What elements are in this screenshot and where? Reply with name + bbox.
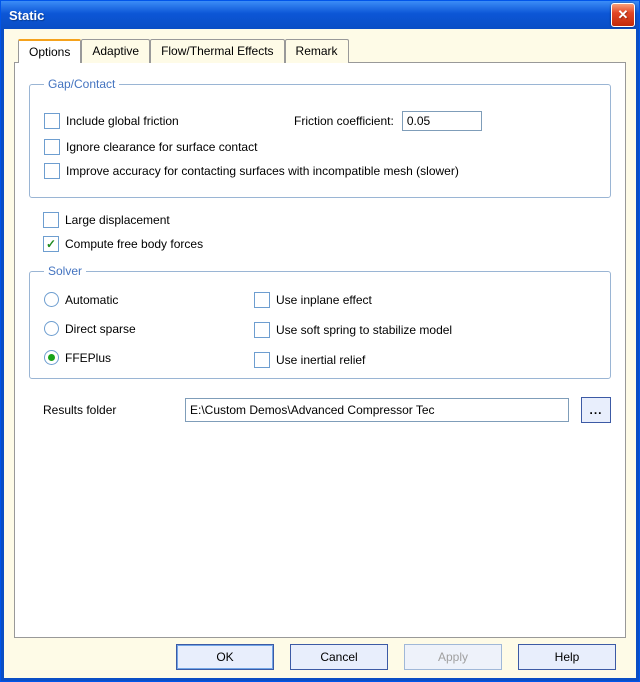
radio-label: Automatic [65,293,118,307]
results-folder-label: Results folder [43,403,173,417]
group-solver: Solver Automatic Direct sparse [29,264,611,379]
checkbox-use-soft-spring[interactable] [254,322,270,338]
friction-coefficient-input[interactable] [402,111,482,131]
dialog-window: Static ✕ Options Adaptive Flow/Thermal E… [0,0,640,682]
radio-label: Direct sparse [65,322,136,336]
group-legend: Gap/Contact [44,77,119,91]
tab-options[interactable]: Options [18,39,81,63]
help-button[interactable]: Help [518,644,616,670]
checkbox-label: Large displacement [65,213,170,227]
tab-label: Remark [296,44,338,58]
button-bar: OK Cancel Apply Help [14,638,626,672]
checkbox-use-inertial-relief[interactable] [254,352,270,368]
tab-panel-options: Gap/Contact Include global friction Fric… [14,62,626,638]
radio-label: FFEPlus [65,351,111,365]
group-gap-contact: Gap/Contact Include global friction Fric… [29,77,611,198]
button-label: Cancel [320,650,357,664]
tab-remark[interactable]: Remark [285,39,349,63]
radio-solver-automatic[interactable] [44,292,59,307]
tab-label: Options [29,45,70,59]
tab-label: Adaptive [92,44,139,58]
radio-solver-direct-sparse[interactable] [44,321,59,336]
button-label: Apply [438,650,468,664]
checkbox-label: Use soft spring to stabilize model [276,323,452,337]
checkbox-label: Use inertial relief [276,353,365,367]
client-area: Options Adaptive Flow/Thermal Effects Re… [1,29,639,681]
checkbox-improve-accuracy[interactable] [44,163,60,179]
tab-flow-thermal[interactable]: Flow/Thermal Effects [150,39,284,63]
cancel-button[interactable]: Cancel [290,644,388,670]
close-button[interactable]: ✕ [611,3,635,27]
button-label: Help [555,650,580,664]
window-title: Static [9,8,611,23]
checkbox-compute-free-body[interactable] [43,236,59,252]
checkbox-use-inplane-effect[interactable] [254,292,270,308]
checkbox-label: Compute free body forces [65,237,203,251]
checkbox-include-global-friction[interactable] [44,113,60,129]
results-folder-input[interactable] [185,398,569,422]
tab-label: Flow/Thermal Effects [161,44,273,58]
tab-adaptive[interactable]: Adaptive [81,39,150,63]
checkbox-ignore-clearance[interactable] [44,139,60,155]
title-bar: Static ✕ [1,1,639,29]
checkbox-label: Include global friction [66,114,179,128]
ellipsis-icon: ... [589,403,602,417]
ok-button[interactable]: OK [176,644,274,670]
browse-button[interactable]: ... [581,397,611,423]
friction-coefficient-label: Friction coefficient: [294,114,394,128]
checkbox-label: Improve accuracy for contacting surfaces… [66,164,459,178]
checkbox-large-displacement[interactable] [43,212,59,228]
radio-solver-ffeplus[interactable] [44,350,59,365]
button-label: OK [216,650,233,664]
checkbox-label: Use inplane effect [276,293,372,307]
checkbox-label: Ignore clearance for surface contact [66,140,257,154]
group-legend: Solver [44,264,86,278]
apply-button: Apply [404,644,502,670]
tab-strip: Options Adaptive Flow/Thermal Effects Re… [14,39,626,62]
close-icon: ✕ [618,7,629,23]
